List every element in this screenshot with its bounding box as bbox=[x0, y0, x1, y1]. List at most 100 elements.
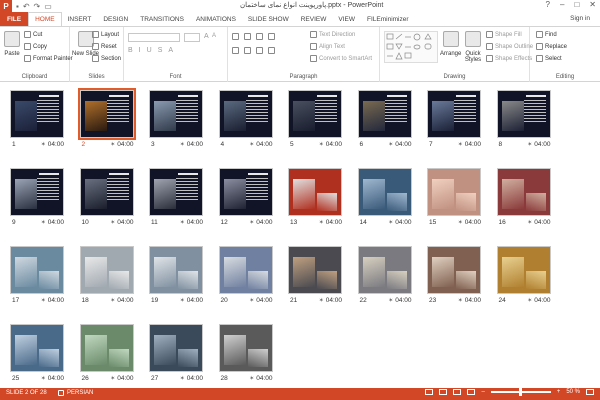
undo-icon[interactable]: ↶ bbox=[23, 2, 30, 11]
slide-thumbnail-item[interactable]: 2 ✶ 04:00 bbox=[77, 88, 136, 152]
slide-thumbnail-item[interactable]: 20 ✶ 04:00 bbox=[218, 246, 273, 308]
slide-thumbnail-item[interactable]: 17 ✶ 04:00 bbox=[10, 246, 64, 308]
slide-thumbnail-item[interactable]: 28 ✶ 04:00 bbox=[218, 324, 273, 386]
zoom-slider-handle[interactable] bbox=[518, 388, 522, 396]
select-button[interactable]: Select bbox=[536, 55, 562, 62]
transition-star-icon[interactable]: ✶ bbox=[458, 219, 463, 226]
close-button[interactable]: ✕ bbox=[589, 0, 596, 9]
align-center-icon[interactable] bbox=[244, 47, 251, 54]
slide-thumbnail[interactable] bbox=[10, 246, 64, 294]
transition-star-icon[interactable]: ✶ bbox=[110, 375, 115, 382]
find-button[interactable]: Find bbox=[536, 31, 557, 38]
shape-outline-button[interactable]: Shape Outline bbox=[486, 43, 533, 50]
slide-thumbnail-item[interactable]: 22 ✶ 04:00 bbox=[357, 246, 412, 308]
shape-fill-button[interactable]: Shape Fill bbox=[486, 31, 522, 38]
slide-thumbnail-item[interactable]: 7 ✶ 04:00 bbox=[427, 90, 481, 152]
slide-thumbnail[interactable] bbox=[357, 90, 412, 138]
bold-button[interactable]: B bbox=[128, 47, 133, 54]
transition-star-icon[interactable]: ✶ bbox=[527, 141, 532, 148]
slide-sorter-view-icon[interactable] bbox=[439, 389, 448, 395]
slide-thumbnail[interactable] bbox=[149, 90, 203, 138]
normal-view-icon[interactable] bbox=[425, 389, 434, 395]
slide-thumbnail-item[interactable]: 23 ✶ 04:00 bbox=[427, 246, 481, 308]
minimize-button[interactable]: – bbox=[560, 0, 564, 9]
transition-star-icon[interactable]: ✶ bbox=[41, 141, 46, 148]
copy-button[interactable]: Copy bbox=[24, 43, 47, 50]
slide-thumbnail-item[interactable]: 12 ✶ 04:00 bbox=[218, 168, 273, 230]
reading-view-icon[interactable] bbox=[453, 389, 462, 395]
slide-thumbnail-item[interactable]: 5 ✶ 04:00 bbox=[288, 90, 342, 152]
slide-thumbnail[interactable] bbox=[218, 246, 273, 294]
slide-thumbnail[interactable] bbox=[427, 168, 481, 216]
transition-star-icon[interactable]: ✶ bbox=[180, 141, 185, 148]
slide-thumbnail-item[interactable]: 8 ✶ 04:00 bbox=[496, 90, 551, 152]
transition-star-icon[interactable]: ✶ bbox=[388, 219, 393, 226]
bullets-icon[interactable] bbox=[232, 33, 239, 40]
numbering-icon[interactable] bbox=[244, 33, 251, 40]
italic-button[interactable]: I bbox=[139, 47, 141, 54]
transition-star-icon[interactable]: ✶ bbox=[458, 297, 463, 304]
slide-thumbnail-item[interactable]: 11 ✶ 04:00 bbox=[149, 168, 203, 230]
slide-thumbnail[interactable] bbox=[10, 90, 64, 138]
replace-button[interactable]: Replace bbox=[536, 43, 567, 50]
slide-thumbnail-item[interactable]: 4 ✶ 04:00 bbox=[218, 90, 273, 152]
slide-thumbnail[interactable] bbox=[288, 246, 342, 294]
transition-star-icon[interactable]: ✶ bbox=[41, 297, 46, 304]
slide-thumbnail[interactable] bbox=[288, 90, 342, 138]
tab-insert[interactable]: INSERT bbox=[62, 12, 98, 26]
shape-effects-button[interactable]: Shape Effects bbox=[486, 55, 532, 62]
slide-thumbnail[interactable] bbox=[10, 324, 64, 372]
underline-button[interactable]: U bbox=[147, 47, 152, 54]
sign-in-link[interactable]: Sign in bbox=[570, 15, 590, 22]
slide-thumbnail[interactable] bbox=[10, 168, 64, 216]
transition-star-icon[interactable]: ✶ bbox=[458, 141, 463, 148]
tab-transitions[interactable]: TRANSITIONS bbox=[134, 12, 190, 26]
slide-thumbnail-item[interactable]: 21 ✶ 04:00 bbox=[288, 246, 342, 308]
justify-icon[interactable] bbox=[268, 47, 275, 54]
slide-thumbnail[interactable] bbox=[79, 324, 134, 372]
slide-thumbnail-item[interactable]: 14 ✶ 04:00 bbox=[357, 168, 412, 230]
maximize-button[interactable]: □ bbox=[574, 0, 579, 9]
save-icon[interactable]: ▪ bbox=[16, 2, 19, 11]
slide-thumbnail-item[interactable]: 10 ✶ 04:00 bbox=[79, 168, 134, 230]
slide-thumbnail-item[interactable]: 25 ✶ 04:00 bbox=[10, 324, 64, 386]
strikethrough-button[interactable]: S bbox=[158, 47, 163, 54]
transition-star-icon[interactable]: ✶ bbox=[527, 297, 532, 304]
slide-thumbnail[interactable] bbox=[149, 168, 203, 216]
transition-star-icon[interactable]: ✶ bbox=[41, 375, 46, 382]
slide-thumbnail-item[interactable]: 18 ✶ 04:00 bbox=[79, 246, 134, 308]
transition-star-icon[interactable]: ✶ bbox=[388, 141, 393, 148]
zoom-slider[interactable] bbox=[490, 388, 551, 396]
help-button[interactable]: ? bbox=[546, 0, 550, 9]
reset-button[interactable]: Reset bbox=[92, 43, 117, 50]
slide-thumbnail-item[interactable]: 1 ✶ 04:00 bbox=[10, 90, 64, 152]
layout-button[interactable]: Layout bbox=[92, 31, 119, 38]
font-size-dropdown[interactable] bbox=[184, 33, 200, 42]
transition-star-icon[interactable]: ✶ bbox=[110, 297, 115, 304]
transition-star-icon[interactable]: ✶ bbox=[527, 219, 532, 226]
transition-star-icon[interactable]: ✶ bbox=[319, 297, 324, 304]
slide-thumbnail-item[interactable]: 9 ✶ 04:00 bbox=[10, 168, 64, 230]
increase-indent-icon[interactable] bbox=[268, 33, 275, 40]
slide-thumbnail[interactable] bbox=[357, 246, 412, 294]
slide-thumbnail[interactable] bbox=[496, 246, 551, 294]
redo-icon[interactable]: ↷ bbox=[34, 2, 41, 11]
transition-star-icon[interactable]: ✶ bbox=[319, 219, 324, 226]
slide-thumbnail[interactable] bbox=[79, 168, 134, 216]
tab-home[interactable]: HOME bbox=[28, 12, 62, 26]
align-right-icon[interactable] bbox=[256, 47, 263, 54]
tab-animations[interactable]: ANIMATIONS bbox=[190, 12, 242, 26]
slide-thumbnail[interactable] bbox=[496, 168, 551, 216]
section-button[interactable]: Section bbox=[92, 55, 121, 62]
shrink-font-button[interactable]: A bbox=[212, 33, 216, 39]
slide-thumbnail[interactable] bbox=[427, 246, 481, 294]
text-direction-button[interactable]: Text Direction bbox=[310, 31, 355, 38]
tab-view[interactable]: VIEW bbox=[332, 12, 361, 26]
transition-star-icon[interactable]: ✶ bbox=[180, 297, 185, 304]
language-indicator[interactable]: PERSIAN bbox=[58, 390, 93, 396]
align-left-icon[interactable] bbox=[232, 47, 239, 54]
slide-thumbnail-item[interactable]: 3 ✶ 04:00 bbox=[149, 90, 203, 152]
align-text-button[interactable]: Align Text bbox=[310, 43, 345, 50]
paste-button[interactable]: Paste bbox=[4, 31, 20, 57]
transition-star-icon[interactable]: ✶ bbox=[249, 141, 254, 148]
